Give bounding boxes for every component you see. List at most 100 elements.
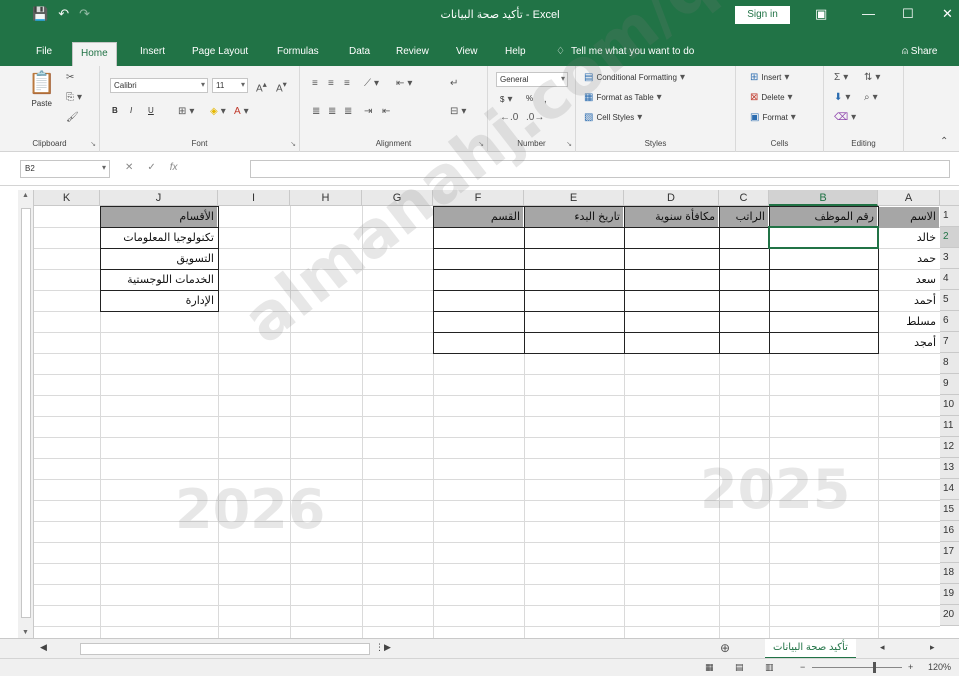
insert-cells-button[interactable]: ⊞ Insert ▾ (750, 72, 789, 83)
format-cells-button[interactable]: ▣ Format ▾ (750, 112, 796, 123)
zoom-out-icon[interactable]: − (800, 662, 805, 672)
cancel-icon[interactable]: ✕ (125, 162, 133, 173)
vertical-scroll-thumb[interactable] (21, 208, 31, 618)
row-header[interactable]: 6 (940, 311, 959, 332)
row-header[interactable]: 5 (940, 290, 959, 311)
column-header-d[interactable]: D (624, 190, 719, 206)
bold-button[interactable]: B (112, 106, 118, 115)
table-cell-name[interactable]: حمد (879, 249, 939, 270)
clear-icon[interactable]: ⌫ ▾ (834, 112, 856, 123)
undo-icon[interactable]: ↶ (58, 6, 69, 22)
row-header[interactable]: 18 (940, 563, 959, 584)
select-all-corner[interactable] (940, 190, 959, 206)
align-middle-icon[interactable]: ≡ (328, 78, 334, 89)
column-header-k[interactable]: K (34, 190, 100, 206)
row-header[interactable]: 14 (940, 479, 959, 500)
table-cell-name[interactable]: أمجد (879, 333, 939, 354)
increase-decimal-icon[interactable]: ←.0 (500, 112, 518, 123)
fill-color-icon[interactable]: ◈ ▾ (210, 106, 226, 117)
maximize-icon[interactable]: ☐ (902, 6, 914, 22)
normal-view-icon[interactable]: ▦ (705, 662, 714, 673)
zoom-slider-thumb[interactable] (873, 662, 876, 673)
merge-center-icon[interactable]: ⊟ ▾ (450, 106, 466, 117)
number-launcher-icon[interactable]: ↘ (566, 140, 572, 148)
tab-data[interactable]: Data (349, 46, 370, 57)
zoom-slider[interactable] (812, 667, 902, 668)
column-header-f[interactable]: F (433, 190, 524, 206)
autosum-icon[interactable]: Σ ▾ (834, 72, 848, 83)
tab-split-handle[interactable]: ⋮ (375, 642, 384, 653)
align-bottom-icon[interactable]: ≡ (344, 78, 350, 89)
row-header[interactable]: 7 (940, 332, 959, 353)
redo-icon[interactable]: ↷ (79, 6, 90, 22)
borders-icon[interactable]: ⊞ ▾ (178, 106, 194, 117)
tab-file[interactable]: File (36, 46, 52, 57)
cut-icon[interactable]: ✂ (66, 72, 74, 83)
tab-page-layout[interactable]: Page Layout (192, 46, 248, 57)
row-header[interactable]: 8 (940, 353, 959, 374)
fill-icon[interactable]: ⬇ ▾ (834, 92, 850, 103)
find-select-icon[interactable]: ⌕ ▾ (864, 92, 878, 103)
sheet-tab-active[interactable]: تأكيد صحة البيانات (765, 639, 856, 659)
insert-function-icon[interactable]: fx (170, 162, 178, 173)
percent-button[interactable]: % (526, 94, 533, 103)
scroll-down-icon[interactable]: ▼ (22, 629, 29, 636)
column-header-e[interactable]: E (524, 190, 624, 206)
page-break-view-icon[interactable]: ▥ (765, 662, 774, 673)
align-right-icon[interactable]: ≣ (312, 106, 320, 117)
enter-icon[interactable]: ✓ (147, 162, 155, 173)
tab-formulas[interactable]: Formulas (277, 46, 319, 57)
close-icon[interactable]: ✕ (942, 6, 953, 22)
decrease-decimal-icon[interactable]: .0→ (526, 112, 544, 123)
row-header[interactable]: 3 (940, 248, 959, 269)
share-button[interactable]: ⍝ Share (902, 46, 937, 57)
row-header[interactable]: 13 (940, 458, 959, 479)
scroll-left-icon[interactable]: ◀ (40, 642, 47, 653)
number-format-select[interactable]: General ▾ (496, 72, 568, 87)
table-cell-name[interactable]: أحمد (879, 291, 939, 312)
font-color-icon[interactable]: A ▾ (234, 106, 249, 117)
table-cell-name[interactable]: خالد (879, 228, 939, 249)
tab-review[interactable]: Review (396, 46, 429, 57)
currency-button[interactable]: $ ▾ (500, 94, 512, 105)
paste-button[interactable]: 📋 Paste (28, 70, 55, 108)
column-header-a[interactable]: A (878, 190, 940, 206)
tell-me-search[interactable]: ♢ Tell me what you want to do (556, 46, 694, 57)
row-header[interactable]: 16 (940, 521, 959, 542)
table-cell-name[interactable]: سعد (879, 270, 939, 291)
zoom-level[interactable]: 120% (928, 662, 951, 672)
dialog-launcher-icon[interactable]: ↘ (90, 140, 96, 148)
alignment-launcher-icon[interactable]: ↘ (478, 140, 484, 148)
rtl-icon[interactable]: ⇤ ▾ (396, 78, 412, 89)
decrease-font-icon[interactable]: A▾ (276, 79, 287, 94)
font-size-select[interactable]: 11 ▾ (212, 78, 248, 93)
row-header[interactable]: 15 (940, 500, 959, 521)
sort-filter-icon[interactable]: ⇅ ▾ (864, 72, 880, 83)
outdent-icon[interactable]: ⇤ (382, 106, 390, 117)
increase-font-icon[interactable]: A▴ (256, 79, 267, 94)
add-sheet-icon[interactable]: ⊕ (720, 641, 730, 655)
active-cell-b2[interactable] (768, 226, 879, 249)
font-launcher-icon[interactable]: ↘ (290, 140, 296, 148)
sheet-nav-next-icon[interactable]: ▸ (930, 642, 935, 653)
tab-help[interactable]: Help (505, 46, 526, 57)
row-header[interactable]: 2 (940, 227, 959, 248)
zoom-in-icon[interactable]: + (908, 662, 913, 672)
orientation-icon[interactable]: ⟋ ▾ (364, 78, 379, 89)
wrap-text-icon[interactable]: ↵ (450, 78, 458, 89)
format-as-table-button[interactable]: ▦ Format as Table ▾ (584, 92, 662, 103)
save-icon[interactable]: 💾 (32, 6, 48, 22)
comma-style-icon[interactable]: , (544, 94, 547, 105)
delete-cells-button[interactable]: ⊠ Delete ▾ (750, 92, 793, 103)
ribbon-display-options-icon[interactable]: ▣ (815, 6, 827, 22)
sign-in-button[interactable]: Sign in (735, 6, 790, 24)
sheet-nav-prev-icon[interactable]: ◂ (880, 642, 885, 653)
row-header[interactable]: 11 (940, 416, 959, 437)
table-header[interactable]: الاسم (879, 207, 939, 228)
tab-home[interactable]: Home (72, 42, 117, 66)
font-name-select[interactable]: Calibri ▾ (110, 78, 208, 93)
table-cell-name[interactable]: مسلط (879, 312, 939, 333)
row-header[interactable]: 12 (940, 437, 959, 458)
name-box[interactable]: B2 ▾ (20, 160, 110, 178)
indent-icon[interactable]: ⇥ (364, 106, 372, 117)
